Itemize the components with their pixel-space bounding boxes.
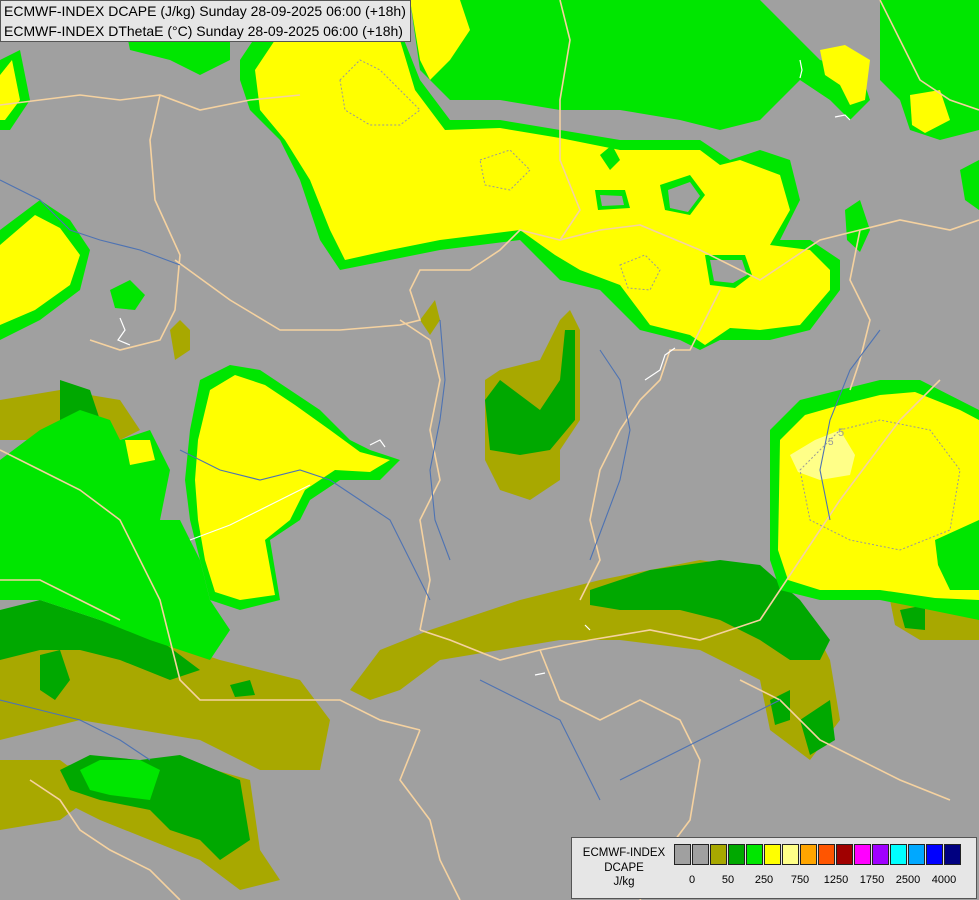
contour-label: 5	[828, 437, 834, 448]
map: 5 5	[0, 0, 979, 900]
legend-tick-label: 750	[790, 874, 810, 886]
map-canvas: 5 5	[0, 0, 979, 900]
header-line-dthetae: ECMWF-INDEX DThetaE (°C) Sunday 28-09-20…	[4, 23, 403, 39]
legend-tick-label: 2500	[895, 874, 921, 886]
legend-title-line: ECMWF-INDEX	[582, 847, 666, 859]
legend-title: ECMWF-INDEX DCAPE J/kg	[576, 846, 672, 890]
legend-tick-label: 50	[721, 874, 735, 886]
legend-swatch	[728, 844, 745, 865]
legend-swatch	[782, 844, 799, 865]
legend-swatch	[836, 844, 853, 865]
legend-title-line: J/kg	[613, 876, 635, 888]
legend-title-line: DCAPE	[604, 861, 644, 874]
legend-swatch	[800, 844, 817, 865]
legend-swatch	[926, 844, 943, 865]
legend-swatch	[674, 844, 691, 865]
legend: ECMWF-INDEX DCAPE J/kg 0 50 250 750 1250 1750…	[571, 837, 977, 899]
legend-swatch	[692, 844, 709, 865]
legend-tick-label: 1750	[859, 874, 885, 886]
legend-swatch	[890, 844, 907, 865]
map-header: ECMWF-INDEX DCAPE (J/kg) Sunday 28-09-20…	[0, 0, 411, 42]
legend-swatch	[854, 844, 871, 865]
legend-swatch	[710, 844, 727, 865]
legend-swatch	[944, 844, 961, 865]
legend-tick-label: 4000	[931, 874, 957, 886]
legend-swatch	[872, 844, 889, 865]
legend-tick-label: 250	[754, 874, 774, 886]
legend-swatch	[818, 844, 835, 865]
legend-swatch	[908, 844, 925, 865]
legend-tick-label: 0	[688, 874, 696, 886]
legend-swatch	[764, 844, 781, 865]
legend-swatch	[746, 844, 763, 865]
legend-tick-label: 1250	[823, 874, 849, 886]
header-line-dcape: ECMWF-INDEX DCAPE (J/kg) Sunday 28-09-20…	[4, 3, 406, 19]
contour-label: 5	[838, 427, 844, 439]
